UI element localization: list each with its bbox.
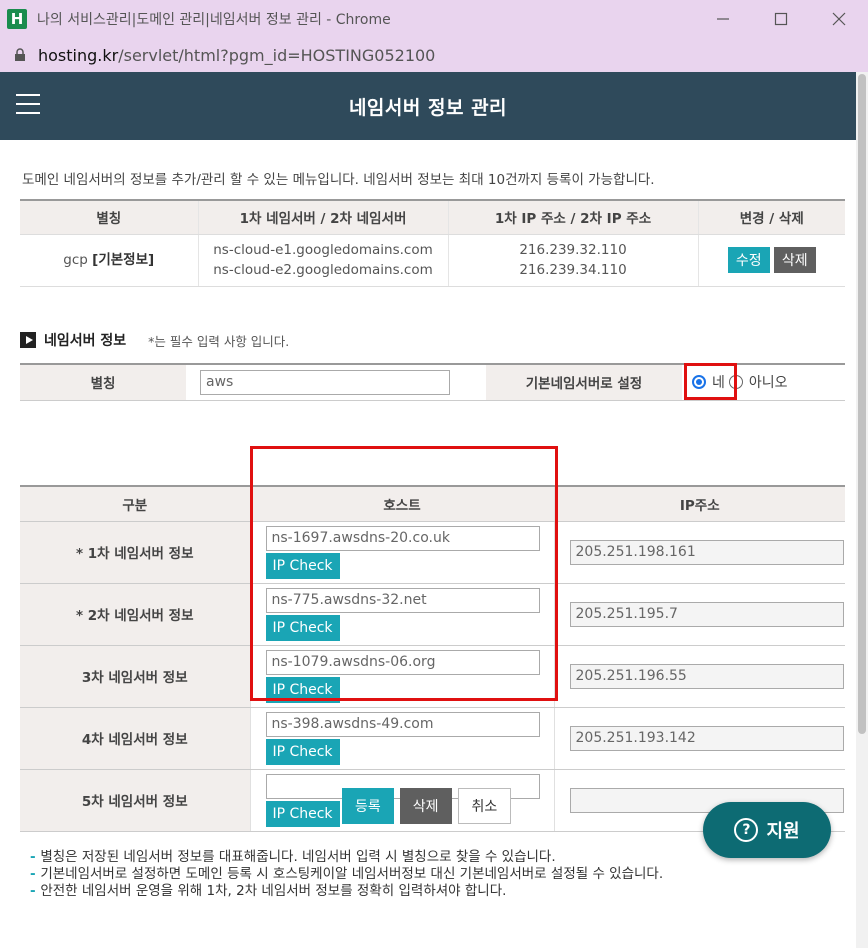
alias-cell: gcp [기본정보]	[20, 234, 198, 287]
default-ns-label: 기본네임서버로 설정	[486, 364, 682, 401]
col-header-nameservers: 1차 네임서버 / 2차 네임서버	[197, 200, 448, 235]
host-input[interactable]	[265, 649, 540, 675]
window-controls	[694, 0, 868, 38]
intro-text: 도메인 네임서버의 정보를 추가/관리 할 수 있는 메뉴입니다. 네임서버 정…	[22, 172, 655, 188]
ip-input[interactable]	[569, 725, 844, 751]
col-header-alias: 별칭	[20, 200, 198, 235]
edit-button[interactable]: 수정	[727, 247, 770, 273]
nameservers-cell: ns-cloud-e1.googledomains.com ns-cloud-e2…	[197, 234, 448, 287]
lock-icon	[12, 47, 28, 63]
register-button[interactable]: 등록	[342, 788, 394, 824]
ip-check-button[interactable]: IP Check	[265, 614, 340, 641]
ns-row-label: 4차 네임서버 정보	[20, 707, 250, 770]
col-header-category: 구분	[20, 486, 250, 522]
minimize-button[interactable]	[694, 0, 752, 38]
address-bar[interactable]: hosting.kr/servlet/html?pgm_id=HOSTING05…	[0, 38, 868, 72]
radio-no-label: 아니오	[748, 375, 788, 392]
url-text: hosting.kr/servlet/html?pgm_id=HOSTING05…	[38, 45, 436, 65]
table-row: 3차 네임서버 정보 IP Check	[20, 645, 845, 708]
required-note: *는 필수 입력 사항 입니다.	[148, 333, 290, 349]
ip-input[interactable]	[569, 601, 844, 627]
ns-row-label: * 2차 네임서버 정보	[20, 583, 250, 646]
list-item: 별칭은 저장된 네임서버 정보를 대표해줍니다. 네임서버 입력 시 별칭으로 …	[30, 849, 663, 866]
ip-check-button[interactable]: IP Check	[265, 738, 340, 765]
close-icon	[832, 12, 846, 26]
ips-cell: 216.239.32.110 216.239.34.110	[447, 234, 698, 287]
host-input[interactable]	[265, 587, 540, 613]
ns-row-label: * 1차 네임서버 정보	[20, 521, 250, 584]
maximize-button[interactable]	[752, 0, 810, 38]
table-row: * 2차 네임서버 정보 IP Check	[20, 583, 845, 646]
col-header-host: 호스트	[249, 486, 554, 522]
ns-row-label: 5차 네임서버 정보	[20, 769, 250, 832]
host-input[interactable]	[265, 711, 540, 737]
play-icon	[20, 332, 36, 348]
minimize-icon	[717, 18, 729, 20]
window-title: 나의 서비스관리|도메인 관리|네임서버 정보 관리 - Chrome	[37, 12, 391, 28]
cancel-button[interactable]: 취소	[457, 788, 512, 824]
ip-input[interactable]	[569, 663, 844, 689]
ip-check-button[interactable]: IP Check	[265, 676, 340, 703]
table-row: gcp [기본정보] ns-cloud-e1.googledomains.com…	[20, 234, 845, 287]
col-header-actions: 변경 / 삭제	[697, 200, 845, 235]
actions-cell: 수정 삭제	[697, 234, 845, 287]
page-header: 네임서버 정보 관리	[0, 72, 856, 140]
list-item: 기본네임서버로 설정하면 도메인 등록 시 호스팅케이알 네임서버정보 대신 기…	[30, 866, 663, 883]
alias-label: 별칭	[20, 364, 186, 401]
question-icon: ?	[734, 818, 759, 842]
col-header-ip: IP주소	[553, 486, 845, 522]
window-titlebar: H 나의 서비스관리|도메인 관리|네임서버 정보 관리 - Chrome	[0, 0, 868, 38]
ip-input[interactable]	[569, 539, 844, 565]
table-row: 4차 네임서버 정보 IP Check	[20, 707, 845, 770]
hamburger-menu-icon[interactable]	[16, 94, 40, 114]
alias-input[interactable]	[200, 369, 450, 395]
support-label: 지원	[766, 821, 800, 842]
ns-row-label: 3차 네임서버 정보	[20, 645, 250, 708]
alias-form-table: 별칭 기본네임서버로 설정 네 아니오	[20, 363, 845, 401]
col-header-ips: 1차 IP 주소 / 2차 IP 주소	[447, 200, 698, 235]
delete-button[interactable]: 삭제	[399, 788, 452, 824]
table-row: * 1차 네임서버 정보 IP Check	[20, 521, 845, 584]
radio-yes-label: 네	[712, 375, 725, 392]
default-ns-radio-group: 네 아니오	[692, 372, 845, 392]
close-button[interactable]	[810, 0, 868, 38]
radio-yes[interactable]	[692, 375, 706, 390]
scrollbar-thumb[interactable]	[858, 74, 866, 734]
list-item: 안전한 네임서버 운영을 위해 1차, 2차 네임서버 정보를 정확히 입력하셔…	[30, 883, 663, 900]
notes-list: 별칭은 저장된 네임서버 정보를 대표해줍니다. 네임서버 입력 시 별칭으로 …	[30, 849, 663, 900]
section-title: 네임서버 정보 *는 필수 입력 사항 입니다.	[20, 330, 289, 350]
support-button[interactable]: ? 지원	[703, 802, 831, 858]
scrollbar[interactable]	[856, 72, 868, 948]
nameserver-summary-table: 별칭 1차 네임서버 / 2차 네임서버 1차 IP 주소 / 2차 IP 주소…	[20, 199, 845, 287]
maximize-icon	[774, 12, 788, 26]
page-title: 네임서버 정보 관리	[348, 96, 508, 119]
ip-check-button[interactable]: IP Check	[265, 800, 340, 827]
app-icon: H	[7, 9, 27, 29]
nameserver-form-table: 구분 호스트 IP주소 * 1차 네임서버 정보 IP Check * 2차 네…	[20, 485, 845, 832]
host-input[interactable]	[265, 525, 540, 551]
ip-check-button[interactable]: IP Check	[265, 552, 340, 579]
delete-row-button[interactable]: 삭제	[773, 247, 816, 273]
radio-no[interactable]	[728, 375, 743, 390]
form-actions: 등록 삭제 취소	[342, 788, 512, 824]
